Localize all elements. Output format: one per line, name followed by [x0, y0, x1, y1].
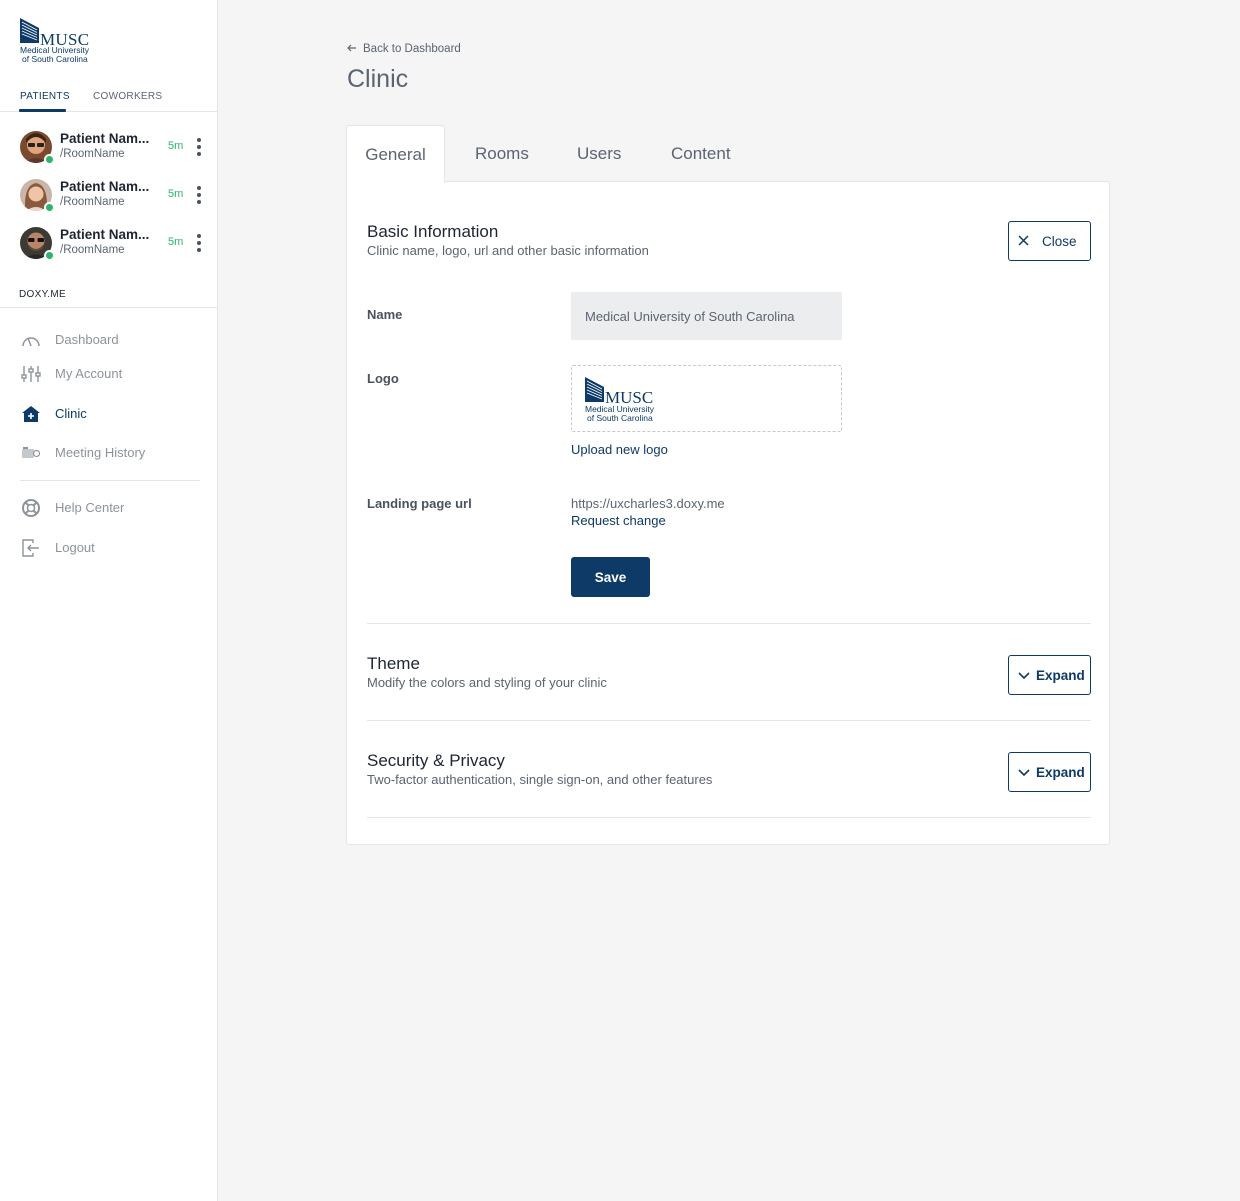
active-tab-indicator	[19, 109, 66, 112]
landing-url-label: Landing page url	[367, 496, 472, 511]
more-options-icon[interactable]	[194, 138, 204, 156]
section-description-theme: Modify the colors and styling of your cl…	[367, 675, 607, 690]
chevron-down-icon	[1018, 769, 1030, 777]
sidebar: MUSC Medical University of South Carolin…	[0, 0, 218, 1201]
lifebuoy-icon	[22, 499, 40, 517]
section-title-security: Security & Privacy	[367, 751, 505, 770]
online-status-dot	[44, 154, 55, 165]
more-options-icon[interactable]	[194, 186, 204, 204]
sidebar-item-label: Dashboard	[55, 332, 119, 347]
divider	[0, 307, 217, 308]
divider	[20, 480, 200, 481]
patient-wait-time: 5m	[168, 236, 184, 248]
patient-list-item[interactable]: Patient Nam... /RoomName 5m	[0, 179, 217, 227]
gauge-icon	[22, 337, 40, 347]
patient-name: Patient Nam...	[60, 179, 150, 194]
sliders-icon	[21, 366, 41, 382]
arrow-left-icon	[347, 43, 357, 55]
patient-name: Patient Nam...	[60, 227, 150, 242]
section-title-basic: Basic Information	[367, 222, 499, 241]
more-options-icon[interactable]	[194, 234, 204, 252]
online-status-dot	[44, 202, 55, 213]
logout-icon	[22, 539, 39, 557]
sidebar-item-label: Help Center	[55, 500, 125, 515]
back-to-dashboard-link[interactable]: Back to Dashboard	[347, 43, 461, 55]
divider	[367, 720, 1091, 721]
logo-label: Logo	[367, 371, 399, 386]
building-logo-icon	[20, 18, 39, 43]
section-label-doxy: DOXY.ME	[19, 289, 66, 300]
logo-subtitle-line2: of South Carolina	[22, 54, 88, 64]
tab-content[interactable]: Content	[671, 125, 731, 182]
sidebar-item-logout[interactable]: Logout	[0, 534, 217, 562]
save-button[interactable]: Save	[571, 557, 650, 597]
logo-subtitle-line2: of South Carolina	[587, 413, 653, 423]
landing-url-value: https://uxcharles3.doxy.me	[571, 496, 725, 511]
expand-security-button[interactable]: Expand	[1008, 752, 1091, 792]
clinic-name-input[interactable]	[571, 292, 842, 340]
video-camera-icon	[22, 447, 41, 458]
logo-preview: MUSC Medical University of South Carolin…	[571, 365, 842, 432]
tab-rooms[interactable]: Rooms	[475, 125, 529, 182]
patient-list-item[interactable]: Patient Nam... /RoomName 5m	[0, 227, 217, 275]
patient-room: /RoomName	[60, 148, 125, 160]
name-label: Name	[367, 307, 403, 322]
musc-logo-preview: MUSC Medical University of South Carolin…	[584, 375, 664, 425]
patient-room: /RoomName	[60, 244, 125, 256]
sidebar-item-label: Logout	[55, 540, 95, 555]
divider	[367, 623, 1091, 624]
request-change-link[interactable]: Request change	[571, 513, 666, 528]
tab-users[interactable]: Users	[577, 125, 621, 182]
sidebar-item-clinic[interactable]: Clinic	[0, 400, 217, 428]
expand-theme-button[interactable]: Expand	[1008, 655, 1091, 695]
sidebar-item-dashboard[interactable]: Dashboard	[0, 326, 217, 354]
expand-button-label: Expand	[1036, 668, 1085, 683]
tab-coworkers[interactable]: COWORKERS	[93, 91, 162, 102]
patient-wait-time: 5m	[168, 188, 184, 200]
patient-wait-time: 5m	[168, 140, 184, 152]
close-button[interactable]: Close	[1008, 221, 1091, 261]
section-description-security: Two-factor authentication, single sign-o…	[367, 772, 713, 787]
sidebar-item-my-account[interactable]: My Account	[0, 360, 217, 388]
sidebar-item-help-center[interactable]: Help Center	[0, 494, 217, 522]
sidebar-item-label: My Account	[55, 366, 123, 381]
musc-logo[interactable]: MUSC Medical University of South Carolin…	[19, 16, 99, 66]
clinic-house-icon	[22, 406, 40, 422]
sidebar-tabs: PATIENTS COWORKERS	[0, 84, 217, 112]
upload-new-logo-link[interactable]: Upload new logo	[571, 442, 668, 457]
page-title: Clinic	[347, 65, 409, 93]
patient-room: /RoomName	[60, 196, 125, 208]
patient-name: Patient Nam...	[60, 131, 150, 146]
section-description-basic: Clinic name, logo, url and other basic i…	[367, 243, 649, 258]
close-button-label: Close	[1042, 234, 1077, 249]
general-settings-card: Basic Information Clinic name, logo, url…	[346, 181, 1110, 845]
sidebar-item-label: Clinic	[55, 406, 87, 421]
section-title-theme: Theme	[367, 654, 420, 673]
back-link-label: Back to Dashboard	[363, 43, 461, 55]
sidebar-item-meeting-history[interactable]: Meeting History	[0, 439, 217, 467]
chevron-down-icon	[1018, 672, 1030, 680]
close-icon	[1018, 235, 1029, 246]
tab-general[interactable]: General	[346, 125, 445, 183]
tab-patients[interactable]: PATIENTS	[20, 91, 70, 102]
building-logo-icon	[585, 377, 604, 402]
sidebar-item-label: Meeting History	[55, 445, 146, 460]
expand-button-label: Expand	[1036, 765, 1085, 780]
online-status-dot	[44, 250, 55, 261]
divider	[367, 817, 1091, 818]
patient-list-item[interactable]: Patient Nam... /RoomName 5m	[0, 131, 217, 179]
